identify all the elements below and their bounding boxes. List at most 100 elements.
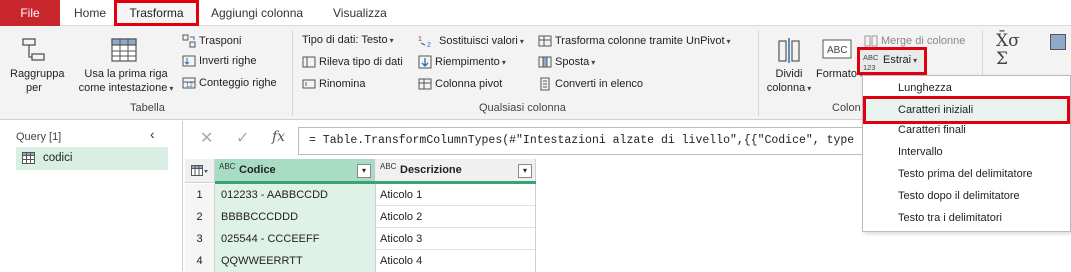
pivot-column-icon — [418, 77, 432, 91]
cancel-icon[interactable]: ✕ — [200, 128, 213, 148]
commit-icon[interactable]: ✓ — [236, 128, 249, 148]
move-dropdown[interactable]: Sposta ▾ — [538, 55, 595, 69]
table-row: 2 BBBBCCCDDD Aticolo 2 — [185, 206, 536, 228]
table-icon — [22, 152, 35, 164]
fill-label: Riempimento — [435, 55, 500, 68]
pivot-column-button[interactable]: Colonna pivot — [418, 77, 502, 91]
unpivot-dropdown[interactable]: Trasforma colonne tramite UnPivot ▾ — [538, 34, 731, 48]
rename-button[interactable]: Rinomina — [302, 77, 365, 91]
count-rows-button[interactable]: 12 Conteggio righe — [182, 76, 277, 90]
data-type-dropdown[interactable]: Tipo di dati: Testo ▾ — [302, 34, 394, 46]
detect-type-label: Rileva tipo di dati — [319, 55, 403, 68]
table-menu-icon — [191, 165, 208, 176]
transpose-button[interactable]: Trasponi — [182, 34, 241, 48]
split-column-button[interactable]: Dividi colonna ▾ — [764, 34, 814, 100]
move-label: Sposta — [555, 55, 590, 68]
cell-codice[interactable]: 025544 - CCCEEFF — [215, 228, 376, 250]
filter-dropdown-icon[interactable]: ▾ — [357, 164, 371, 178]
cell-codice[interactable]: QQWWEERRTT — [215, 250, 376, 272]
chevron-down-icon: ▾ — [501, 57, 506, 67]
cell-descrizione[interactable]: Aticolo 1 — [376, 184, 536, 206]
convert-to-list-label: Converti in elenco — [555, 77, 644, 90]
use-first-row-button[interactable]: Usa la prima riga come intestazione ▾ — [72, 34, 180, 100]
ribbon-separator — [758, 30, 759, 116]
row-number: 3 — [185, 228, 215, 250]
collapse-pane-icon[interactable]: ‹ — [150, 126, 155, 142]
table-header-icon — [111, 38, 137, 62]
tab-transform[interactable]: Trasforma — [114, 0, 199, 26]
use-first-row-label-2: come intestazione ▾ — [78, 82, 174, 94]
menu-item-text-before-delimiter[interactable]: Testo prima del delimitatore — [871, 163, 1063, 185]
extract-menu: Lunghezza Caratteri iniziali Caratteri f… — [862, 75, 1071, 232]
chevron-down-icon: ▾ — [389, 36, 394, 45]
merge-columns-label: Merge di colonne — [881, 34, 966, 47]
transpose-label: Trasponi — [199, 34, 242, 47]
unpivot-label: Trasforma colonne tramite UnPivot — [555, 34, 725, 47]
fill-down-icon — [418, 55, 432, 69]
group-by-label-2: per — [26, 82, 42, 94]
row-number: 4 — [185, 250, 215, 272]
use-first-row-label-1: Usa la prima riga — [84, 68, 168, 80]
query-item[interactable]: codici — [16, 147, 168, 170]
extract-label: Estrai ▾ — [883, 54, 918, 66]
cell-descrizione[interactable]: Aticolo 4 — [376, 250, 536, 272]
column-header-label: Codice — [239, 164, 276, 176]
menu-item-range[interactable]: Intervallo — [871, 141, 1063, 163]
split-column-icon — [778, 38, 800, 63]
group-by-label-1: Raggruppa — [10, 68, 65, 80]
svg-text:12: 12 — [186, 83, 193, 89]
svg-text:ABC: ABC — [827, 45, 848, 56]
table-row: 3 025544 - CCCEEFF Aticolo 3 — [185, 228, 536, 250]
table-row: 1 012233 - AABBCCDD Aticolo 1 — [185, 184, 536, 206]
detect-type-button[interactable]: Rileva tipo di dati — [302, 55, 403, 69]
group-label-any-column: Qualsiasi colonna — [479, 102, 566, 114]
grid-body: 1 012233 - AABBCCDD Aticolo 1 2 BBBBCCCD… — [185, 184, 536, 272]
menu-item-last-characters[interactable]: Caratteri finali — [871, 119, 1063, 141]
move-icon — [538, 55, 552, 69]
group-by-button[interactable]: Raggruppa per — [10, 34, 65, 100]
chevron-down-icon: ▾ — [726, 36, 731, 46]
tab-file[interactable]: File — [0, 0, 60, 26]
extract-dropdown[interactable]: ABC 123 Estrai ▾ — [857, 47, 927, 75]
reverse-rows-label: Inverti righe — [199, 54, 257, 67]
menu-item-text-between-delimiters[interactable]: Testo tra i delimitatori — [871, 207, 1063, 229]
ribbon-separator — [292, 30, 293, 116]
text-type-icon: ABC — [219, 162, 236, 171]
fill-dropdown[interactable]: Riempimento ▾ — [418, 55, 506, 69]
cell-descrizione[interactable]: Aticolo 2 — [376, 206, 536, 228]
statistics-button[interactable]: X̄σ Σ — [990, 32, 1032, 72]
replace-values-dropdown[interactable]: 1 2 Sostituisci valori ▾ — [418, 34, 524, 49]
row-number: 1 — [185, 184, 215, 206]
tab-add-column[interactable]: Aggiungi colonna — [201, 0, 313, 26]
column-header-codice[interactable]: ABC Codice ▾ — [215, 159, 375, 183]
chevron-down-icon: ▾ — [169, 84, 174, 93]
chevron-down-icon: ▾ — [913, 56, 918, 65]
text-type-icon: ABC — [380, 162, 397, 171]
reverse-rows-icon — [182, 54, 196, 68]
detect-type-icon — [302, 55, 316, 69]
group-label-text-column: Colon — [832, 102, 861, 114]
format-label: Formato▾ — [816, 68, 862, 80]
menu-item-text-after-delimiter[interactable]: Testo dopo il delimitatore — [871, 185, 1063, 207]
format-button[interactable]: ABC Formato▾ — [816, 34, 862, 100]
filter-dropdown-icon[interactable]: ▾ — [518, 164, 532, 178]
queries-pane — [0, 121, 183, 271]
convert-to-list-button[interactable]: Converti in elenco — [538, 77, 643, 91]
menu-item-label: Caratteri iniziali — [898, 104, 974, 116]
format-icon: ABC — [822, 39, 852, 59]
tab-view[interactable]: Visualizza — [323, 0, 397, 26]
pivot-column-label: Colonna pivot — [435, 77, 503, 90]
standard-icon — [1050, 34, 1066, 50]
cell-codice[interactable]: BBBBCCCDDD — [215, 206, 376, 228]
column-header-descrizione[interactable]: ABC Descrizione ▾ — [376, 159, 536, 183]
table-menu-button[interactable] — [185, 159, 215, 183]
svg-text:1: 1 — [418, 36, 422, 43]
tab-home[interactable]: Home — [64, 0, 116, 26]
replace-values-label: Sostituisci valori — [439, 34, 518, 47]
reverse-rows-button[interactable]: Inverti righe — [182, 54, 256, 68]
merge-columns-button[interactable]: Merge di colonne — [864, 34, 965, 48]
fx-icon[interactable]: fx — [272, 129, 285, 145]
cell-codice[interactable]: 012233 - AABBCCDD — [215, 184, 376, 206]
split-column-label-2: colonna ▾ — [766, 82, 812, 94]
cell-descrizione[interactable]: Aticolo 3 — [376, 228, 536, 250]
